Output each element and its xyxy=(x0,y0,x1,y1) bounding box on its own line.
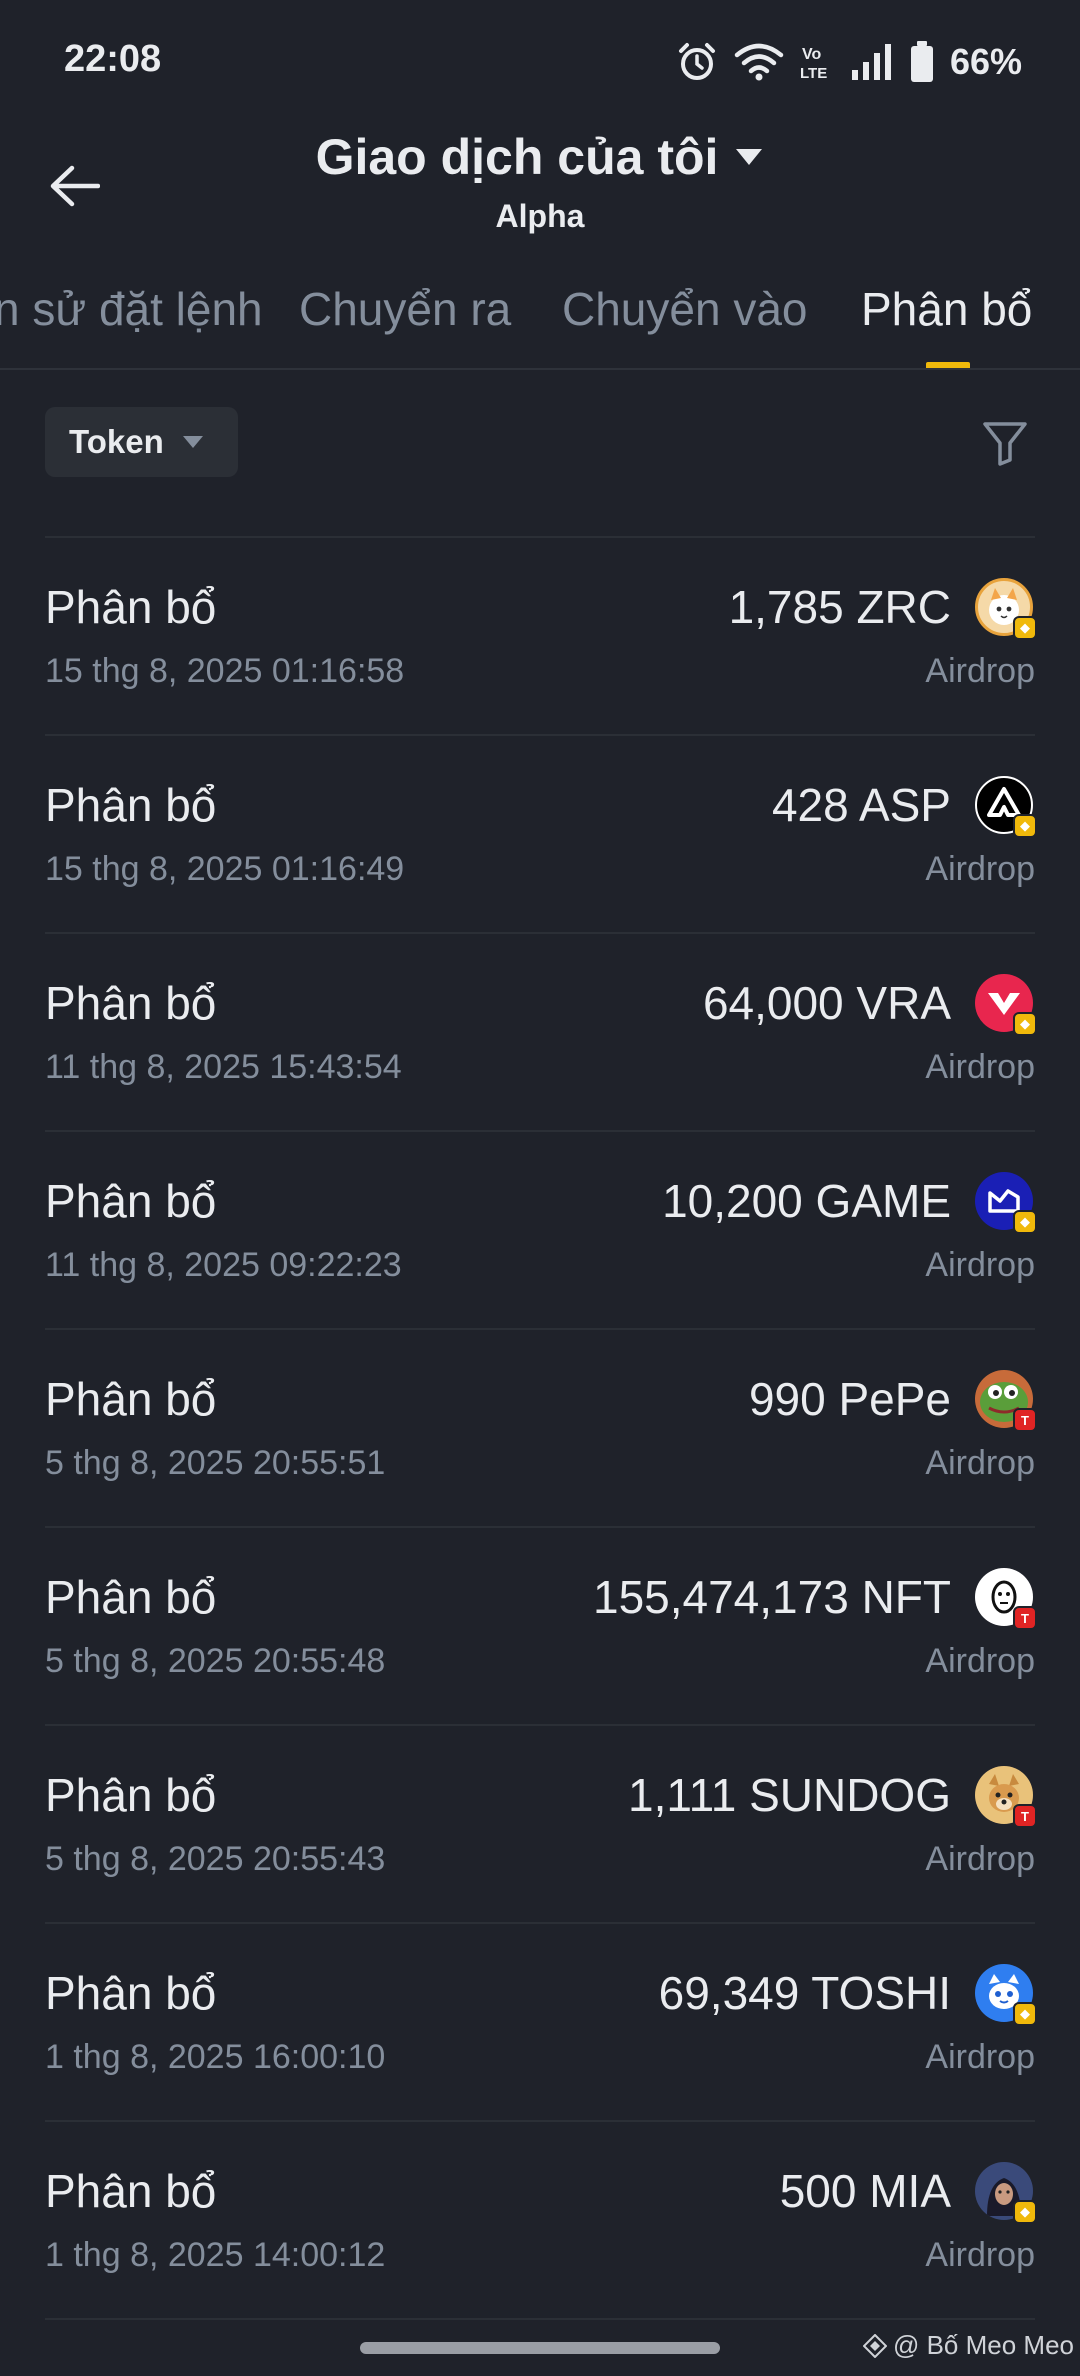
item-amount: 155,474,173 NFT xyxy=(592,1571,951,1623)
item-type: Airdrop xyxy=(925,2236,1035,2274)
battery-percent: 66% xyxy=(949,41,1022,82)
list-item[interactable]: Phân bổ 11 thg 8, 2025 15:43:54 64,000 V… xyxy=(45,934,1037,1132)
item-type: Airdrop xyxy=(925,2038,1035,2076)
item-date: 5 thg 8, 2025 20:55:51 xyxy=(45,1444,386,1482)
tab-transfer-out[interactable]: Chuyển ra xyxy=(299,282,511,336)
item-date: 5 thg 8, 2025 20:55:48 xyxy=(45,1642,386,1680)
page-title: Giao dịch của tôi xyxy=(315,129,719,185)
wifi-icon xyxy=(734,43,784,81)
item-title: Phân bổ xyxy=(45,581,217,633)
watermark-text: @ Bố Meo Meo xyxy=(892,2330,1074,2360)
tab-bar: n sử đặt lệnh Chuyển ra Chuyển vào Phân … xyxy=(0,270,1080,370)
title-dropdown[interactable]: Giao dịch của tôi xyxy=(316,128,765,186)
status-time: 22:08 xyxy=(64,38,162,80)
mia-token-icon: ◆ xyxy=(975,2162,1037,2224)
tab-order-history[interactable]: n sử đặt lệnh xyxy=(0,282,263,336)
item-title: Phân bổ xyxy=(45,977,217,1029)
item-title: Phân bổ xyxy=(45,1769,217,1821)
toshi-token-icon: ◆ xyxy=(975,1964,1037,2026)
item-amount: 428 ASP xyxy=(771,779,951,831)
item-type: Airdrop xyxy=(925,1444,1035,1482)
caret-down-icon xyxy=(182,436,203,448)
item-date: 11 thg 8, 2025 09:22:23 xyxy=(45,1246,402,1284)
caret-down-icon xyxy=(736,149,763,165)
item-date: 1 thg 8, 2025 14:00:12 xyxy=(45,2236,386,2274)
distribution-list: Phân bổ 15 thg 8, 2025 01:16:58 1,785 ZR… xyxy=(45,536,1037,2320)
item-date: 11 thg 8, 2025 15:43:54 xyxy=(45,1048,402,1086)
item-amount: 10,200 GAME xyxy=(662,1175,951,1227)
item-amount: 990 PePe xyxy=(748,1373,951,1425)
item-title: Phân bổ xyxy=(45,1175,217,1227)
item-date: 5 thg 8, 2025 20:55:43 xyxy=(45,1840,386,1878)
list-item[interactable]: Phân bổ 15 thg 8, 2025 01:16:49 428 ASP … xyxy=(45,736,1037,934)
home-indicator[interactable] xyxy=(360,2342,720,2354)
pepe-token-icon: T xyxy=(975,1370,1037,1432)
alarm-icon xyxy=(678,43,715,80)
list-item[interactable]: Phân bổ 5 thg 8, 2025 20:55:48 155,474,1… xyxy=(45,1528,1037,1726)
list-item[interactable]: Phân bổ 5 thg 8, 2025 20:55:51 990 PePe … xyxy=(45,1330,1037,1528)
item-type: Airdrop xyxy=(925,1246,1035,1284)
item-title: Phân bổ xyxy=(45,779,217,831)
page-subtitle: Alpha xyxy=(495,198,585,234)
item-amount: 64,000 VRA xyxy=(702,977,951,1029)
item-title: Phân bổ xyxy=(45,1571,217,1623)
nft-token-icon: T xyxy=(975,1568,1037,1630)
token-filter-label: Token xyxy=(69,423,164,460)
item-title: Phân bổ xyxy=(45,2165,217,2217)
status-bar: 22:08 Vo LTE 66% xyxy=(0,0,1080,120)
item-title: Phân bổ xyxy=(45,1967,217,2019)
list-item[interactable]: Phân bổ 11 thg 8, 2025 09:22:23 10,200 G… xyxy=(45,1132,1037,1330)
item-type: Airdrop xyxy=(925,1642,1035,1680)
svg-text:Vo: Vo xyxy=(802,46,821,63)
item-type: Airdrop xyxy=(925,652,1035,690)
item-amount: 1,785 ZRC xyxy=(728,581,951,633)
signal-icon xyxy=(851,44,891,80)
sundog-token-icon: T xyxy=(975,1766,1037,1828)
vra-token-icon: ◆ xyxy=(975,974,1037,1036)
item-amount: 1,111 SUNDOG xyxy=(628,1769,951,1821)
svg-text:LTE: LTE xyxy=(800,65,827,82)
volte-icon: Vo LTE xyxy=(800,46,827,82)
list-item[interactable]: Phân bổ 5 thg 8, 2025 20:55:43 1,111 SUN… xyxy=(45,1726,1037,1924)
item-date: 15 thg 8, 2025 01:16:49 xyxy=(45,850,405,888)
list-item[interactable]: Phân bổ 1 thg 8, 2025 14:00:12 500 MIA A… xyxy=(45,2122,1037,2320)
list-item[interactable]: Phân bổ 1 thg 8, 2025 16:00:10 69,349 TO… xyxy=(45,1924,1037,2122)
token-filter-dropdown[interactable]: Token xyxy=(45,407,238,477)
diamond-logo-icon xyxy=(862,2333,887,2358)
filter-button[interactable] xyxy=(980,418,1030,468)
asp-token-icon: ◆ xyxy=(975,776,1037,838)
item-type: Airdrop xyxy=(925,1048,1035,1086)
item-date: 1 thg 8, 2025 16:00:10 xyxy=(45,2038,386,2076)
tab-transfer-in[interactable]: Chuyển vào xyxy=(562,282,808,336)
active-tab-indicator xyxy=(926,362,970,368)
zrc-token-icon: ◆ xyxy=(975,578,1037,640)
header: Giao dịch của tôi Alpha xyxy=(0,120,1080,240)
filter-icon xyxy=(983,422,1027,466)
tab-distribution[interactable]: Phân bổ xyxy=(861,282,1032,336)
list-item[interactable]: Phân bổ 15 thg 8, 2025 01:16:58 1,785 ZR… xyxy=(45,538,1037,736)
item-type: Airdrop xyxy=(925,850,1035,888)
header-title-group[interactable]: Giao dịch của tôi Alpha xyxy=(0,128,1080,235)
item-title: Phân bổ xyxy=(45,1373,217,1425)
item-type: Airdrop xyxy=(925,1840,1035,1878)
item-date: 15 thg 8, 2025 01:16:58 xyxy=(45,652,405,690)
item-amount: 69,349 TOSHI xyxy=(658,1967,951,2019)
item-amount: 500 MIA xyxy=(779,2165,951,2217)
status-icons: Vo LTE 66% xyxy=(676,36,1022,88)
watermark: @ Bố Meo Meo xyxy=(862,2330,1074,2361)
game-token-icon: ◆ xyxy=(975,1172,1037,1234)
battery-icon xyxy=(910,41,933,82)
